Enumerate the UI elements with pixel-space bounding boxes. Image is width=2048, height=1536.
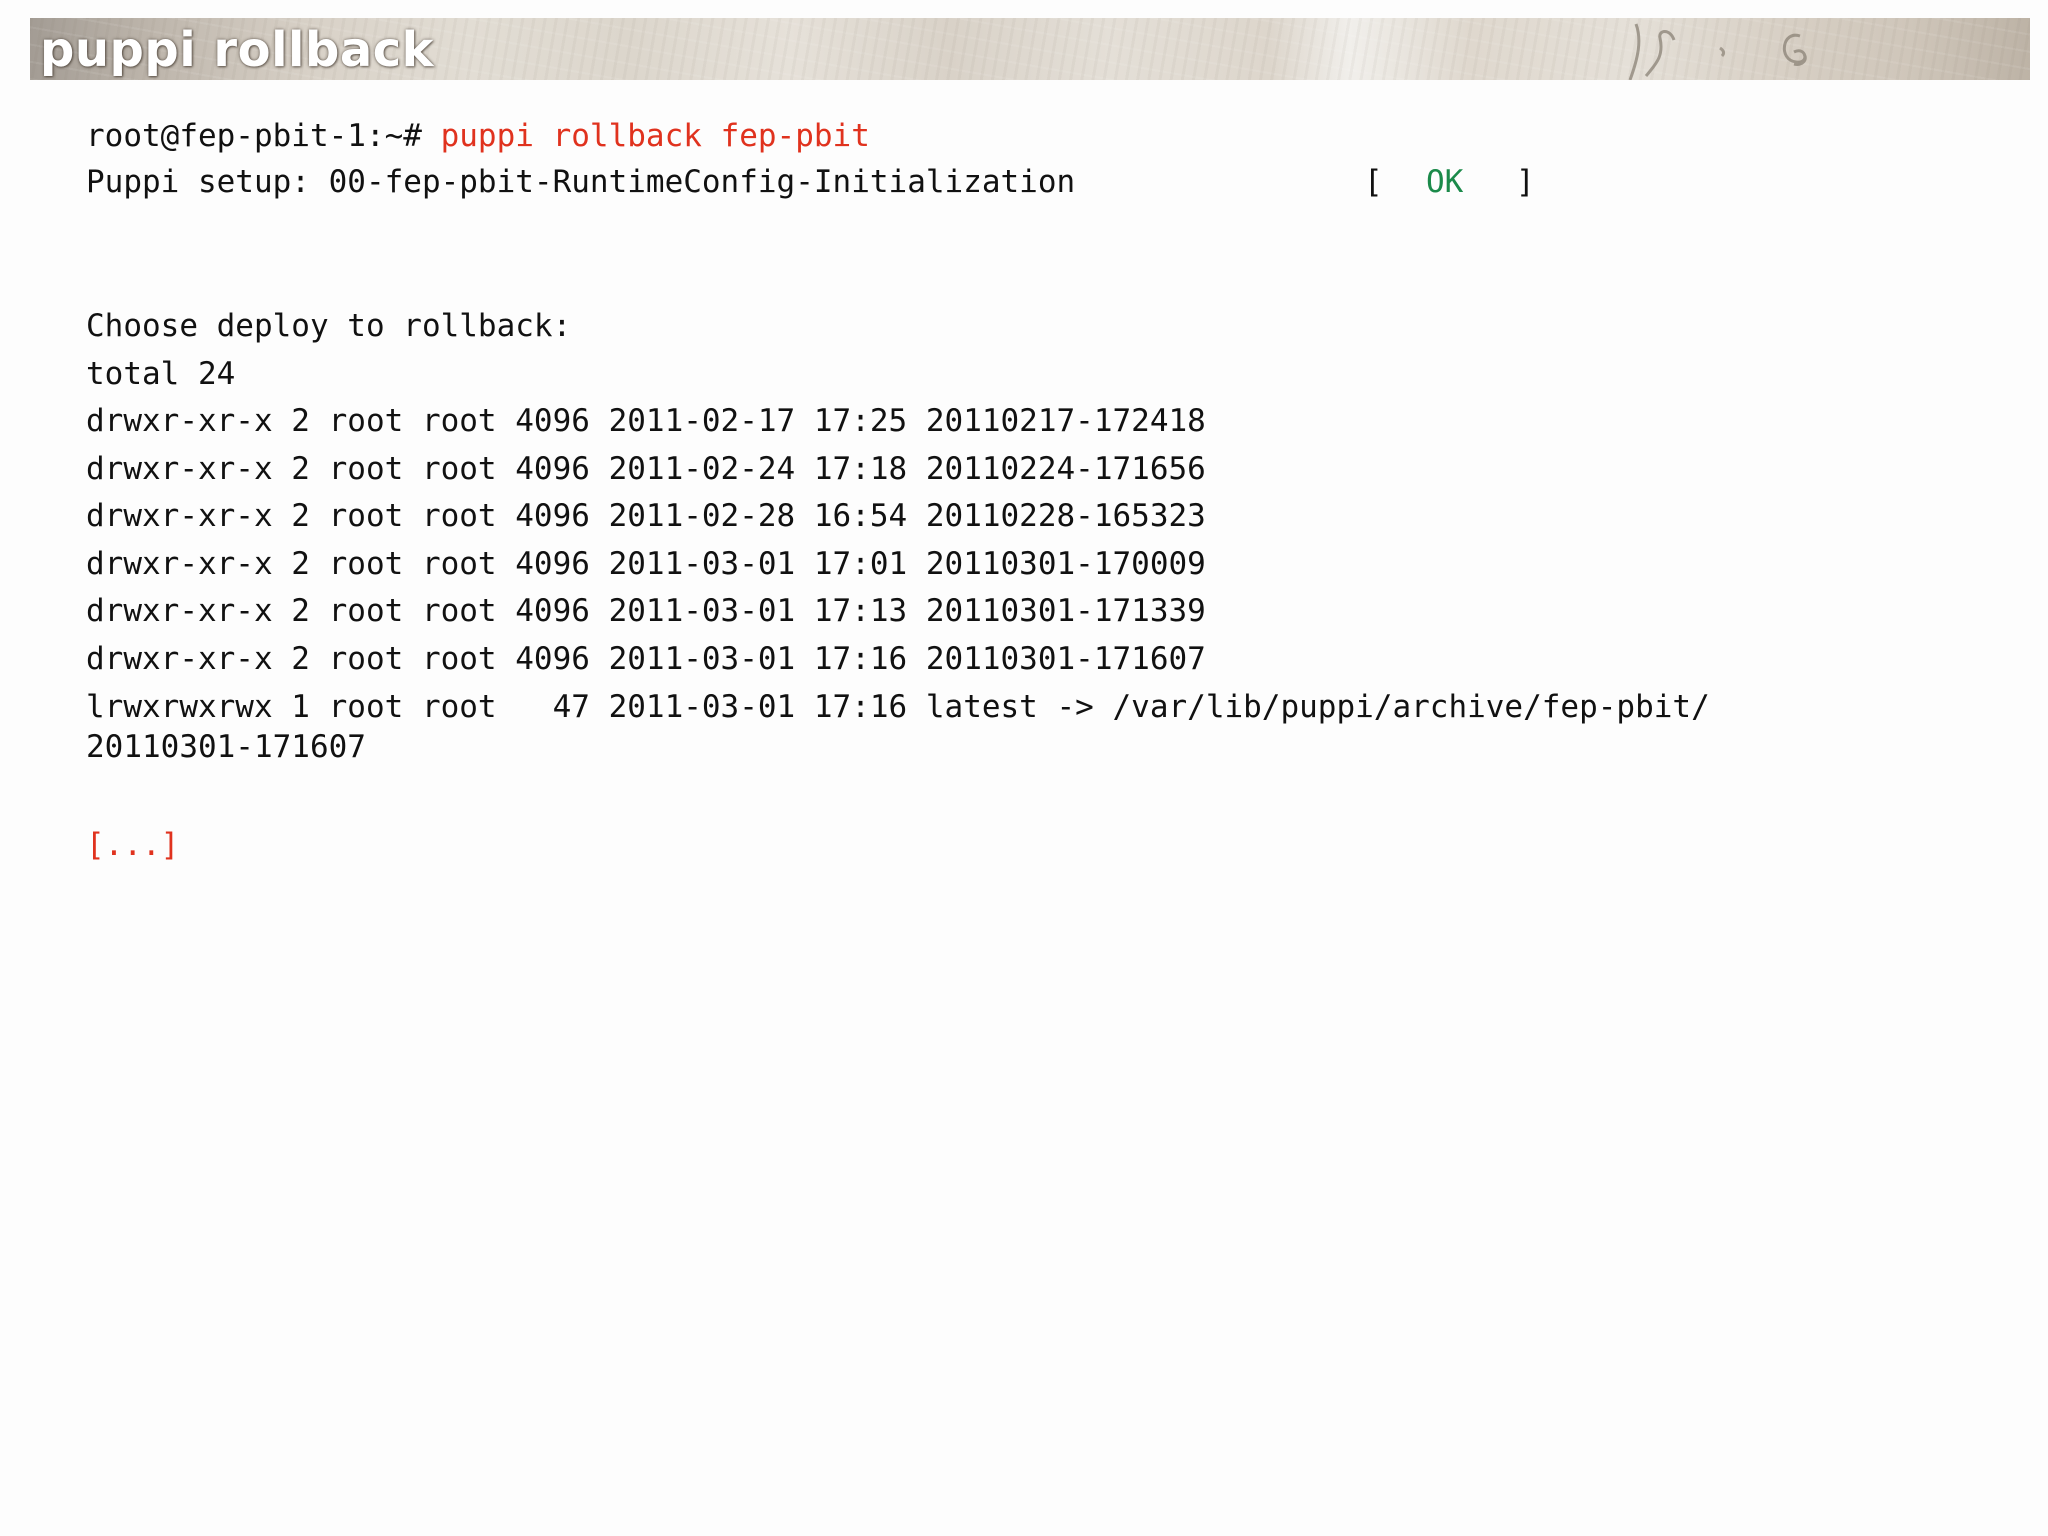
listing-row: drwxr-xr-x 2 root root 4096 2011-02-24 1…	[86, 451, 1206, 487]
listing-row: drwxr-xr-x 2 root root 4096 2011-03-01 1…	[86, 546, 1206, 582]
listing-row-wrapped: 20110301-171607	[86, 729, 366, 765]
status-bracket-close: ]	[1516, 164, 1535, 200]
status-bracket-open: [	[1364, 164, 1383, 200]
setup-line: Puppi setup: 00-fep-pbit-RuntimeConfig-I…	[86, 164, 1076, 200]
choose-prompt: Choose deploy to rollback:	[86, 308, 572, 344]
handwriting-decoration	[1628, 23, 1807, 80]
listing-row-symlink: lrwxrwxrwx 1 root root 47 2011-03-01 17:…	[86, 689, 1710, 725]
title-banner: puppi rollback	[30, 18, 2030, 80]
listing-row: drwxr-xr-x 2 root root 4096 2011-03-01 1…	[86, 593, 1206, 629]
status-ok: OK	[1426, 164, 1464, 200]
shell-prompt: root@fep-pbit-1:~#	[86, 118, 441, 154]
command-line: root@fep-pbit-1:~# puppi rollback fep-pb…	[86, 118, 870, 154]
rollback-command: puppi rollback fep-pbit	[440, 118, 870, 154]
listing-total: total 24	[86, 356, 236, 392]
listing-row: drwxr-xr-x 2 root root 4096 2011-03-01 1…	[86, 641, 1206, 677]
output-ellipsis: [...]	[86, 827, 180, 863]
listing-row: drwxr-xr-x 2 root root 4096 2011-02-17 1…	[86, 403, 1206, 439]
page-title: puppi rollback	[40, 22, 435, 78]
listing-row: drwxr-xr-x 2 root root 4096 2011-02-28 1…	[86, 498, 1206, 534]
